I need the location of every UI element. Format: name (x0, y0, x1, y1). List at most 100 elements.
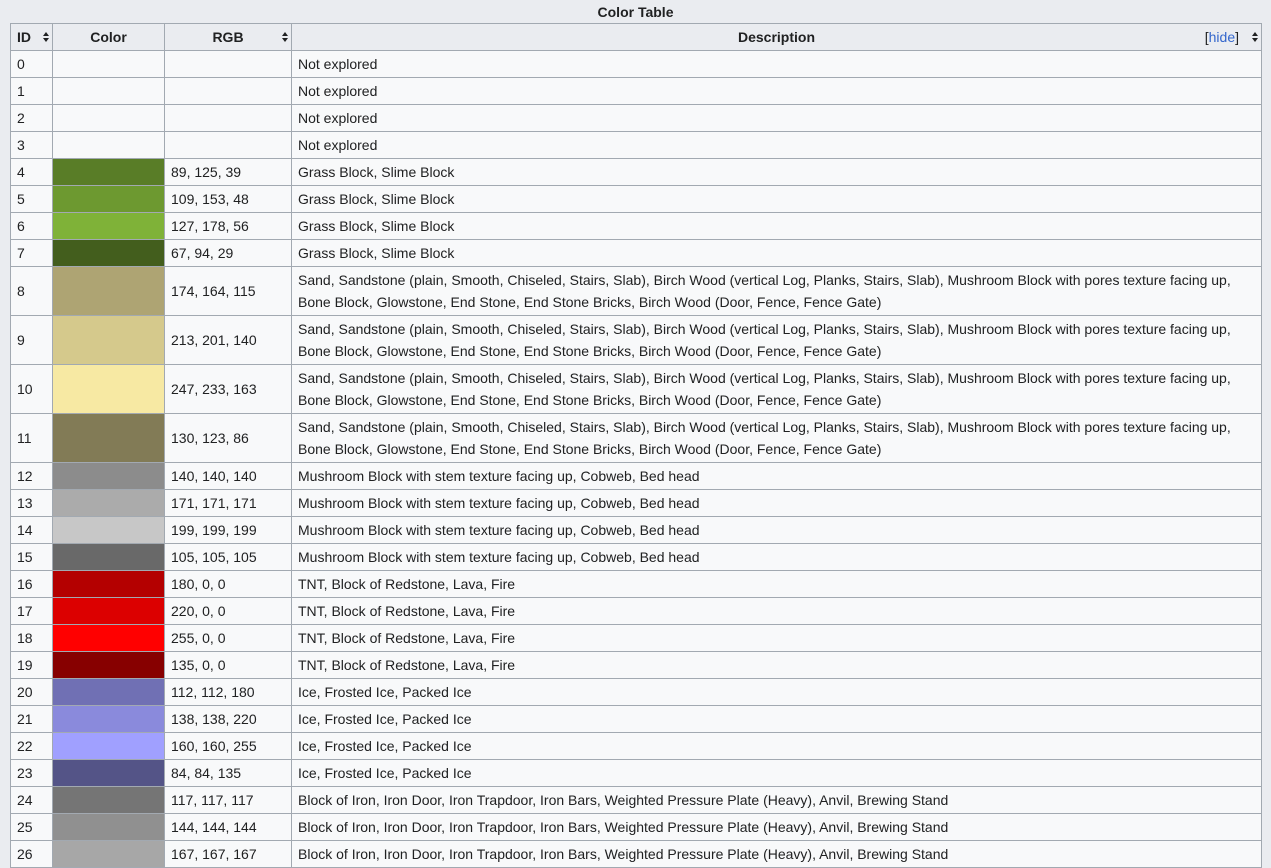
hide-link[interactable]: hide (1209, 29, 1235, 45)
table-row: 0 Not explored (10, 50, 1262, 78)
cell-rgb: 180, 0, 0 (164, 570, 292, 598)
cell-rgb: 199, 199, 199 (164, 516, 292, 544)
color-swatch (52, 543, 165, 571)
cell-id: 5 (10, 185, 53, 213)
table-row: 3 Not explored (10, 131, 1262, 159)
table-row: 5 109, 153, 48 Grass Block, Slime Block (10, 185, 1262, 213)
color-swatch (52, 266, 165, 316)
table-row: 6 127, 178, 56 Grass Block, Slime Block (10, 212, 1262, 240)
column-header-id[interactable]: ID (10, 23, 53, 51)
color-swatch (52, 104, 165, 132)
cell-rgb: 247, 233, 163 (164, 364, 292, 414)
color-swatch (52, 651, 165, 679)
table-row: 19 135, 0, 0 TNT, Block of Redstone, Lava,… (10, 651, 1262, 679)
color-swatch (52, 462, 165, 490)
cell-id: 21 (10, 705, 53, 733)
color-swatch (52, 705, 165, 733)
cell-rgb: 84, 84, 135 (164, 759, 292, 787)
cell-rgb: 117, 117, 117 (164, 786, 292, 814)
color-swatch (52, 813, 165, 841)
table-row: 4 89, 125, 39 Grass Block, Slime Block (10, 158, 1262, 186)
cell-rgb: 67, 94, 29 (164, 239, 292, 267)
cell-rgb: 89, 125, 39 (164, 158, 292, 186)
cell-id: 4 (10, 158, 53, 186)
cell-rgb: 138, 138, 220 (164, 705, 292, 733)
cell-description: TNT, Block of Redstone, Lava, Fire (291, 597, 1262, 625)
cell-id: 26 (10, 840, 53, 868)
cell-id: 8 (10, 266, 53, 316)
table-row: 15 105, 105, 105 Mushroom Block with stem … (10, 543, 1262, 571)
cell-description: Ice, Frosted Ice, Packed Ice (291, 678, 1262, 706)
cell-description: Ice, Frosted Ice, Packed Ice (291, 732, 1262, 760)
cell-id: 20 (10, 678, 53, 706)
cell-id: 15 (10, 543, 53, 571)
cell-description: Mushroom Block with stem texture facing … (291, 543, 1262, 571)
cell-description: Block of Iron, Iron Door, Iron Trapdoor,… (291, 786, 1262, 814)
color-swatch (52, 158, 165, 186)
color-swatch (52, 364, 165, 414)
table-row: 18 255, 0, 0 TNT, Block of Redstone, Lava,… (10, 624, 1262, 652)
table-row: 21 138, 138, 220 Ice, Frosted Ice, Packed … (10, 705, 1262, 733)
color-swatch (52, 570, 165, 598)
cell-description: Not explored (291, 131, 1262, 159)
cell-description: Sand, Sandstone (plain, Smooth, Chiseled… (291, 364, 1262, 414)
cell-description: Grass Block, Slime Block (291, 158, 1262, 186)
column-header-description[interactable]: Description [hide] (291, 23, 1262, 51)
table-row: 7 67, 94, 29 Grass Block, Slime Block (10, 239, 1262, 267)
color-swatch (52, 786, 165, 814)
cell-rgb: 174, 164, 115 (164, 266, 292, 316)
color-swatch (52, 759, 165, 787)
cell-description: Mushroom Block with stem texture facing … (291, 489, 1262, 517)
color-swatch (52, 131, 165, 159)
header-row: ID Color RGB Description [hide] (10, 23, 1262, 51)
cell-description: Mushroom Block with stem texture facing … (291, 462, 1262, 490)
column-header-rgb[interactable]: RGB (164, 23, 292, 51)
cell-description: Ice, Frosted Ice, Packed Ice (291, 759, 1262, 787)
cell-description: Block of Iron, Iron Door, Iron Trapdoor,… (291, 813, 1262, 841)
color-swatch (52, 239, 165, 267)
cell-id: 14 (10, 516, 53, 544)
cell-id: 19 (10, 651, 53, 679)
hide-toggle: [hide] (1205, 29, 1239, 45)
cell-description: Not explored (291, 104, 1262, 132)
column-header-color-label: Color (90, 29, 127, 45)
cell-rgb: 105, 105, 105 (164, 543, 292, 571)
cell-rgb: 144, 144, 144 (164, 813, 292, 841)
color-swatch (52, 840, 165, 868)
cell-id: 1 (10, 77, 53, 105)
cell-rgb (164, 131, 292, 159)
cell-rgb (164, 77, 292, 105)
cell-id: 0 (10, 50, 53, 78)
table-row: 11 130, 123, 86 Sand, Sandstone (plain, Sm… (10, 413, 1262, 463)
cell-id: 13 (10, 489, 53, 517)
cell-description: Sand, Sandstone (plain, Smooth, Chiseled… (291, 266, 1262, 316)
color-swatch (52, 185, 165, 213)
cell-rgb: 213, 201, 140 (164, 315, 292, 365)
cell-id: 18 (10, 624, 53, 652)
cell-rgb: 171, 171, 171 (164, 489, 292, 517)
table-row: 12 140, 140, 140 Mushroom Block with stem … (10, 462, 1262, 490)
color-swatch (52, 212, 165, 240)
cell-id: 12 (10, 462, 53, 490)
bracket-close: ] (1235, 29, 1239, 45)
table-row: 10 247, 233, 163 Sand, Sandstone (plain, S… (10, 364, 1262, 414)
table-row: 23 84, 84, 135 Ice, Frosted Ice, Packed Ic… (10, 759, 1262, 787)
color-swatch (52, 315, 165, 365)
cell-id: 2 (10, 104, 53, 132)
cell-description: Sand, Sandstone (plain, Smooth, Chiseled… (291, 413, 1262, 463)
cell-rgb (164, 104, 292, 132)
cell-description: Grass Block, Slime Block (291, 239, 1262, 267)
cell-rgb: 127, 178, 56 (164, 212, 292, 240)
cell-id: 9 (10, 315, 53, 365)
cell-id: 7 (10, 239, 53, 267)
cell-id: 17 (10, 597, 53, 625)
cell-description: Ice, Frosted Ice, Packed Ice (291, 705, 1262, 733)
column-header-rgb-label: RGB (212, 29, 244, 45)
cell-id: 22 (10, 732, 53, 760)
table-row: 2 Not explored (10, 104, 1262, 132)
cell-rgb: 130, 123, 86 (164, 413, 292, 463)
cell-rgb: 255, 0, 0 (164, 624, 292, 652)
cell-description: Block of Iron, Iron Door, Iron Trapdoor,… (291, 840, 1262, 868)
table-row: 20 112, 112, 180 Ice, Frosted Ice, Packed … (10, 678, 1262, 706)
table-row: 13 171, 171, 171 Mushroom Block with stem … (10, 489, 1262, 517)
